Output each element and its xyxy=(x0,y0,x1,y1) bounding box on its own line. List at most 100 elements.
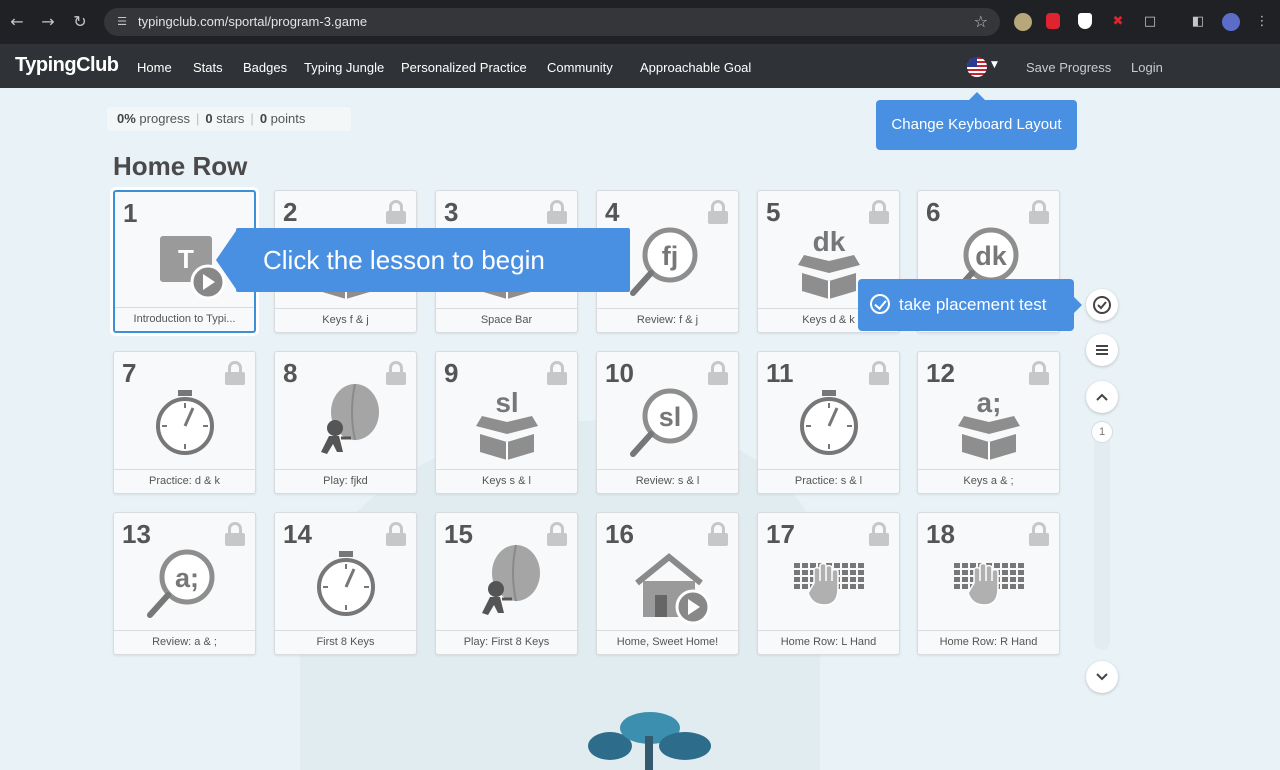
site-settings-icon[interactable]: ☰ xyxy=(114,14,130,30)
lesson-label: Introduction to Typi... xyxy=(115,307,254,331)
points-label: points xyxy=(270,111,306,126)
nav-badges[interactable]: Badges xyxy=(243,60,287,76)
check-circle-icon xyxy=(870,294,890,314)
svg-text:a;: a; xyxy=(175,563,199,593)
svg-text:sl: sl xyxy=(659,402,682,432)
forward-arrow-icon[interactable]: → xyxy=(37,11,59,33)
extension-red-icon[interactable] xyxy=(1046,13,1060,29)
placement-test-label: take placement test xyxy=(899,295,1047,314)
placement-test-button[interactable] xyxy=(1086,289,1118,321)
address-bar[interactable]: ☰ typingclub.com/sportal/program-3.game … xyxy=(104,8,1000,36)
lesson-card[interactable]: 8 Play: fjkd xyxy=(274,351,417,494)
lesson-label: First 8 Keys xyxy=(275,630,416,654)
us-flag-icon[interactable] xyxy=(967,57,987,77)
shield-extension-icon[interactable] xyxy=(1078,13,1092,29)
lesson-card[interactable]: 15 Play: First 8 Keys xyxy=(435,512,578,655)
svg-text:T: T xyxy=(178,244,194,274)
lesson-card[interactable]: 16 Home, Sweet Home! xyxy=(596,512,739,655)
lesson-balloon-icon xyxy=(275,382,416,470)
lesson-label: Review: s & l xyxy=(597,469,738,493)
lesson-stopwatch-icon xyxy=(114,382,255,470)
svg-text:dk: dk xyxy=(975,241,1007,271)
points-count: 0 xyxy=(259,111,268,126)
lesson-label: Review: f & j xyxy=(597,308,738,332)
svg-text:a;: a; xyxy=(977,387,1002,418)
lesson-card[interactable]: 10 sl Review: s & l xyxy=(596,351,739,494)
lesson-stopwatch-icon xyxy=(758,382,899,470)
nav-community[interactable]: Community xyxy=(547,60,613,76)
scroll-up-button[interactable] xyxy=(1086,381,1118,413)
progress-percent: 0% xyxy=(117,111,136,126)
lesson-box-icon: sl xyxy=(436,382,577,470)
lesson-label: Keys a & ; xyxy=(918,469,1059,493)
nav-approachable-goal[interactable]: Approachable Goal xyxy=(640,60,751,76)
extension-avatar-icon[interactable] xyxy=(1014,13,1032,31)
lesson-label: Practice: d & k xyxy=(114,469,255,493)
chevron-down-icon xyxy=(1096,673,1108,681)
lesson-card[interactable]: 7 Practice: d & k xyxy=(113,351,256,494)
lesson-label: Home, Sweet Home! xyxy=(597,630,738,654)
progress-label: progress xyxy=(139,111,190,126)
reload-icon[interactable]: ↻ xyxy=(69,11,91,33)
stars-count: 0 xyxy=(205,111,213,126)
bookmark-star-icon[interactable]: ☆ xyxy=(974,12,988,32)
nav-personalized-practice[interactable]: Personalized Practice xyxy=(401,60,527,76)
svg-text:sl: sl xyxy=(495,387,518,418)
lesson-house-play-icon xyxy=(597,543,738,631)
nav-home[interactable]: Home xyxy=(137,60,172,76)
nav-typing-jungle[interactable]: Typing Jungle xyxy=(304,60,384,76)
scroll-down-button[interactable] xyxy=(1086,661,1118,693)
lesson-label: Review: a & ; xyxy=(114,630,255,654)
profile-avatar-icon[interactable] xyxy=(1222,13,1240,31)
stars-label: stars xyxy=(216,111,245,126)
lesson-label: Keys s & l xyxy=(436,469,577,493)
browser-toolbar: ← → ↻ ☰ typingclub.com/sportal/program-3… xyxy=(0,0,1280,44)
lesson-label: Play: fjkd xyxy=(275,469,416,493)
typingclub-logo[interactable]: TypingClub xyxy=(15,54,119,77)
lesson-stopwatch-icon xyxy=(275,543,416,631)
lesson-keyboard-hand-icon xyxy=(918,543,1059,631)
lesson-card[interactable]: 9 sl Keys s & l xyxy=(435,351,578,494)
lesson-card[interactable]: 11 Practice: s & l xyxy=(757,351,900,494)
progress-summary: 0% progress | 0 stars | 0 points xyxy=(107,107,351,131)
lesson-label: Practice: s & l xyxy=(758,469,899,493)
menu-button[interactable] xyxy=(1086,334,1118,366)
section-title: Home Row xyxy=(113,151,248,181)
lesson-magnifier-icon: a; xyxy=(114,543,255,631)
site-navbar: TypingClub Home Stats Badges Typing Jung… xyxy=(0,44,1280,88)
nav-stats[interactable]: Stats xyxy=(193,60,223,76)
lesson-card[interactable]: 12 a; Keys a & ; xyxy=(917,351,1060,494)
save-progress-link[interactable]: Save Progress xyxy=(1026,60,1111,76)
change-keyboard-layout-tooltip[interactable]: Change Keyboard Layout xyxy=(876,100,1077,150)
lesson-card[interactable]: 17 Home Row: L Hand xyxy=(757,512,900,655)
lesson-card[interactable]: 14 First 8 Keys xyxy=(274,512,417,655)
login-link[interactable]: Login xyxy=(1131,60,1163,76)
tooltip-arrow xyxy=(216,228,238,292)
more-menu-icon[interactable]: ⋮ xyxy=(1254,14,1270,30)
background-tree xyxy=(588,712,711,770)
back-arrow-icon[interactable]: ← xyxy=(6,11,28,33)
lesson-label: Space Bar xyxy=(436,308,577,332)
lesson-balloon-icon xyxy=(436,543,577,631)
chevron-down-icon[interactable]: ▼ xyxy=(991,60,998,70)
side-panel-icon[interactable]: ◧ xyxy=(1190,14,1206,30)
lesson-label: Home Row: L Hand xyxy=(758,630,899,654)
page-scroll-track[interactable] xyxy=(1094,420,1110,650)
lesson-label: Keys f & j xyxy=(275,308,416,332)
lesson-box-icon: a; xyxy=(918,382,1059,470)
page-indicator: 1 xyxy=(1091,421,1113,443)
chevron-up-icon xyxy=(1096,393,1108,401)
check-circle-icon xyxy=(1093,296,1111,314)
lesson-card[interactable]: 13 a; Review: a & ; xyxy=(113,512,256,655)
svg-text:dk: dk xyxy=(813,226,846,257)
extensions-puzzle-icon[interactable]: □ xyxy=(1142,14,1158,30)
lesson-card[interactable]: 18 Home Row: R Hand xyxy=(917,512,1060,655)
extension-x-icon[interactable]: ✖ xyxy=(1110,14,1126,30)
lesson-label: Play: First 8 Keys xyxy=(436,630,577,654)
placement-test-tooltip[interactable]: take placement test xyxy=(858,279,1074,331)
menu-lines-icon xyxy=(1096,345,1108,355)
svg-text:fj: fj xyxy=(662,241,679,271)
lesson-label: Home Row: R Hand xyxy=(918,630,1059,654)
lesson-keyboard-hand-icon xyxy=(758,543,899,631)
tooltip-arrow xyxy=(1074,297,1082,313)
